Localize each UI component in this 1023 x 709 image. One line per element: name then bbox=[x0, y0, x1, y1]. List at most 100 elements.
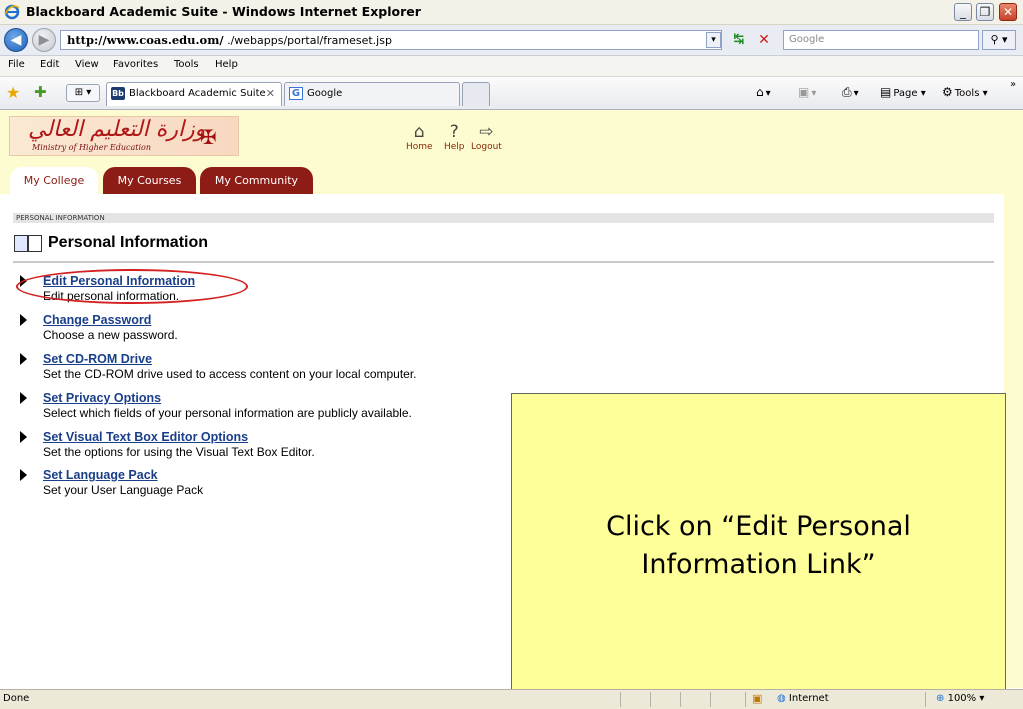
help-link-label: Help bbox=[444, 142, 465, 152]
search-button[interactable]: ⚲ ▾ bbox=[982, 30, 1016, 50]
help-icon: ? bbox=[449, 122, 459, 142]
internet-explorer-icon bbox=[4, 4, 20, 20]
option-description: Select which fields of your personal inf… bbox=[43, 406, 412, 420]
tab-blackboard-label: Blackboard Academic Suite bbox=[129, 88, 266, 99]
address-input[interactable]: http://www.coas.edu.om/ ./webapps/portal… bbox=[60, 30, 722, 50]
status-divider bbox=[680, 692, 681, 707]
bullet-arrow-icon bbox=[20, 431, 27, 443]
set-language-pack-link[interactable]: Set Language Pack bbox=[43, 468, 158, 482]
logout-link[interactable]: ⇨ Logout bbox=[471, 122, 502, 152]
home-icon: ⌂ bbox=[413, 122, 425, 142]
menu-help[interactable]: Help bbox=[215, 59, 238, 70]
address-dropdown-button[interactable]: ▾ bbox=[706, 32, 721, 48]
home-link-label: Home bbox=[406, 142, 433, 152]
globe-icon: ◍ bbox=[777, 693, 786, 704]
favorites-star-icon[interactable]: ★ bbox=[6, 83, 20, 102]
menu-bar: File Edit View Favorites Tools Help bbox=[0, 56, 1023, 77]
crest-icon: ✠ bbox=[200, 125, 217, 149]
refresh-button[interactable]: ↹ bbox=[729, 30, 749, 50]
tab-google[interactable]: G Google bbox=[284, 82, 460, 106]
home-command[interactable]: ⌂ ▾ bbox=[756, 85, 771, 99]
ministry-logo: وزارة التعليم العالي Ministry of Higher … bbox=[9, 116, 239, 156]
highlight-ellipse bbox=[16, 269, 248, 304]
gear-icon: ⚙ bbox=[942, 85, 953, 99]
option-description: Set your User Language Pack bbox=[43, 483, 204, 497]
option-description: Set the options for using the Visual Tex… bbox=[43, 445, 315, 459]
home-link[interactable]: ⌂ Home bbox=[406, 122, 433, 152]
help-link[interactable]: ? Help bbox=[444, 122, 465, 152]
status-bar: Done ▣ ◍ Internet ⊕ 100% ▾ bbox=[0, 689, 1023, 709]
home-icon: ⌂ bbox=[756, 85, 764, 99]
window-title-bar: Blackboard Academic Suite - Windows Inte… bbox=[0, 0, 1023, 25]
window-title: Blackboard Academic Suite - Windows Inte… bbox=[26, 4, 421, 19]
address-toolbar: ◀ ▶ http://www.coas.edu.om/ ./webapps/po… bbox=[0, 25, 1023, 56]
bullet-arrow-icon bbox=[20, 392, 27, 404]
breadcrumb: PERSONAL INFORMATION bbox=[13, 213, 994, 223]
close-tab-icon[interactable]: ✕ bbox=[266, 83, 275, 105]
zoom-icon: ⊕ bbox=[936, 693, 945, 704]
set-cdrom-drive-link[interactable]: Set CD-ROM Drive bbox=[43, 352, 152, 366]
feeds-command[interactable]: ▣ ▾ bbox=[798, 85, 816, 99]
bullet-arrow-icon bbox=[20, 314, 27, 326]
menu-tools[interactable]: Tools bbox=[174, 59, 199, 70]
page-icon: ▤ bbox=[880, 85, 892, 99]
close-window-button[interactable]: ✕ bbox=[999, 3, 1017, 21]
status-divider bbox=[745, 692, 746, 707]
feeds-icon: ▣ bbox=[798, 85, 810, 99]
security-zone[interactable]: ◍ Internet bbox=[777, 693, 829, 704]
bullet-arrow-icon bbox=[20, 353, 27, 365]
minimize-button[interactable]: _ bbox=[954, 3, 972, 21]
print-command[interactable]: ⎙ ▾ bbox=[842, 85, 859, 100]
tools-menu-command[interactable]: ⚙ Tools ▾ bbox=[942, 85, 988, 99]
frame-edge bbox=[1004, 194, 1023, 688]
tab-my-college[interactable]: My College bbox=[10, 167, 98, 194]
menu-file[interactable]: File bbox=[8, 59, 25, 70]
menu-edit[interactable]: Edit bbox=[40, 59, 59, 70]
more-commands-chevron-icon[interactable]: » bbox=[1010, 79, 1016, 90]
google-favicon-icon: G bbox=[289, 87, 303, 100]
search-input[interactable]: Google bbox=[783, 30, 979, 50]
status-divider bbox=[650, 692, 651, 707]
change-password-link[interactable]: Change Password bbox=[43, 313, 151, 327]
status-text: Done bbox=[3, 693, 30, 704]
tab-google-label: Google bbox=[307, 88, 343, 99]
add-favorite-icon[interactable]: ✚ bbox=[34, 83, 47, 101]
status-divider bbox=[925, 692, 926, 707]
forward-button[interactable]: ▶ bbox=[32, 28, 56, 52]
status-divider bbox=[710, 692, 711, 707]
tab-my-community[interactable]: My Community bbox=[200, 167, 313, 194]
protected-mode-icon: ▣ bbox=[752, 692, 763, 705]
url-host: http://www.coas.edu.om/ bbox=[67, 33, 224, 47]
tab-blackboard[interactable]: Bb Blackboard Academic Suite ✕ bbox=[106, 82, 282, 106]
restore-button[interactable]: ❐ bbox=[976, 3, 994, 21]
logo-english-text: Ministry of Higher Education bbox=[32, 143, 152, 152]
logout-icon: ⇨ bbox=[479, 122, 494, 142]
url-path: ./webapps/portal/frameset.jsp bbox=[223, 34, 392, 47]
option-description: Set the CD-ROM drive used to access cont… bbox=[43, 367, 417, 381]
menu-favorites[interactable]: Favorites bbox=[113, 59, 158, 70]
menu-view[interactable]: View bbox=[75, 59, 99, 70]
set-visual-text-box-editor-options-link[interactable]: Set Visual Text Box Editor Options bbox=[43, 430, 248, 444]
callout-text: Click on “Edit Personal Information Link… bbox=[606, 511, 911, 580]
back-button[interactable]: ◀ bbox=[4, 28, 28, 52]
title-divider bbox=[13, 261, 994, 263]
page-menu-command[interactable]: ▤ Page ▾ bbox=[880, 85, 926, 99]
option-description: Choose a new password. bbox=[43, 328, 178, 342]
zoom-control[interactable]: ⊕ 100% ▾ bbox=[936, 693, 984, 704]
new-tab-button[interactable] bbox=[462, 82, 490, 106]
stop-button[interactable]: ✕ bbox=[754, 30, 774, 50]
tab-my-courses[interactable]: My Courses bbox=[103, 167, 196, 194]
logo-arabic-text: وزارة التعليم العالي bbox=[28, 117, 206, 142]
zoom-label: 100% ▾ bbox=[947, 693, 985, 704]
personal-info-icon bbox=[14, 235, 42, 252]
printer-icon: ⎙ bbox=[842, 85, 852, 99]
status-divider bbox=[620, 692, 621, 707]
instruction-callout: Click on “Edit Personal Information Link… bbox=[511, 393, 1006, 692]
zone-label: Internet bbox=[788, 693, 829, 704]
blackboard-favicon-icon: Bb bbox=[111, 87, 125, 100]
logout-link-label: Logout bbox=[471, 142, 502, 152]
quick-tabs-button[interactable]: ⊞ ▾ bbox=[66, 84, 100, 102]
set-privacy-options-link[interactable]: Set Privacy Options bbox=[43, 391, 161, 405]
bullet-arrow-icon bbox=[20, 469, 27, 481]
tab-command-bar: ★ ✚ ⊞ ▾ Bb Blackboard Academic Suite ✕ G… bbox=[0, 77, 1023, 110]
